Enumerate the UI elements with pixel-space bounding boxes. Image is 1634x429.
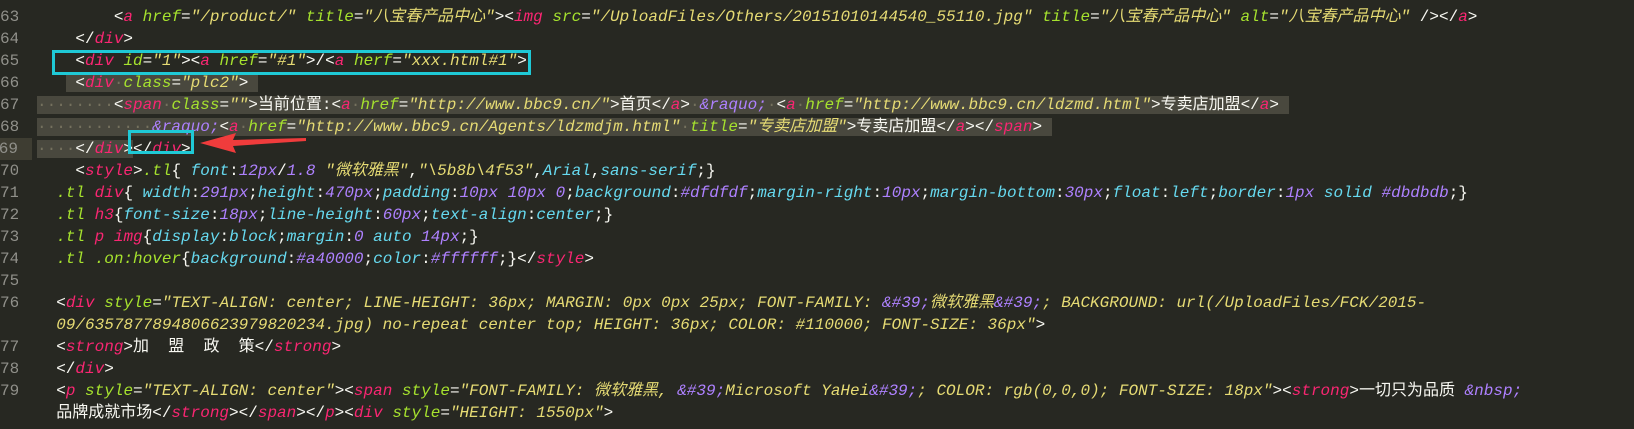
red-arrow-icon: [200, 133, 306, 153]
arrow-shape: [200, 133, 306, 153]
